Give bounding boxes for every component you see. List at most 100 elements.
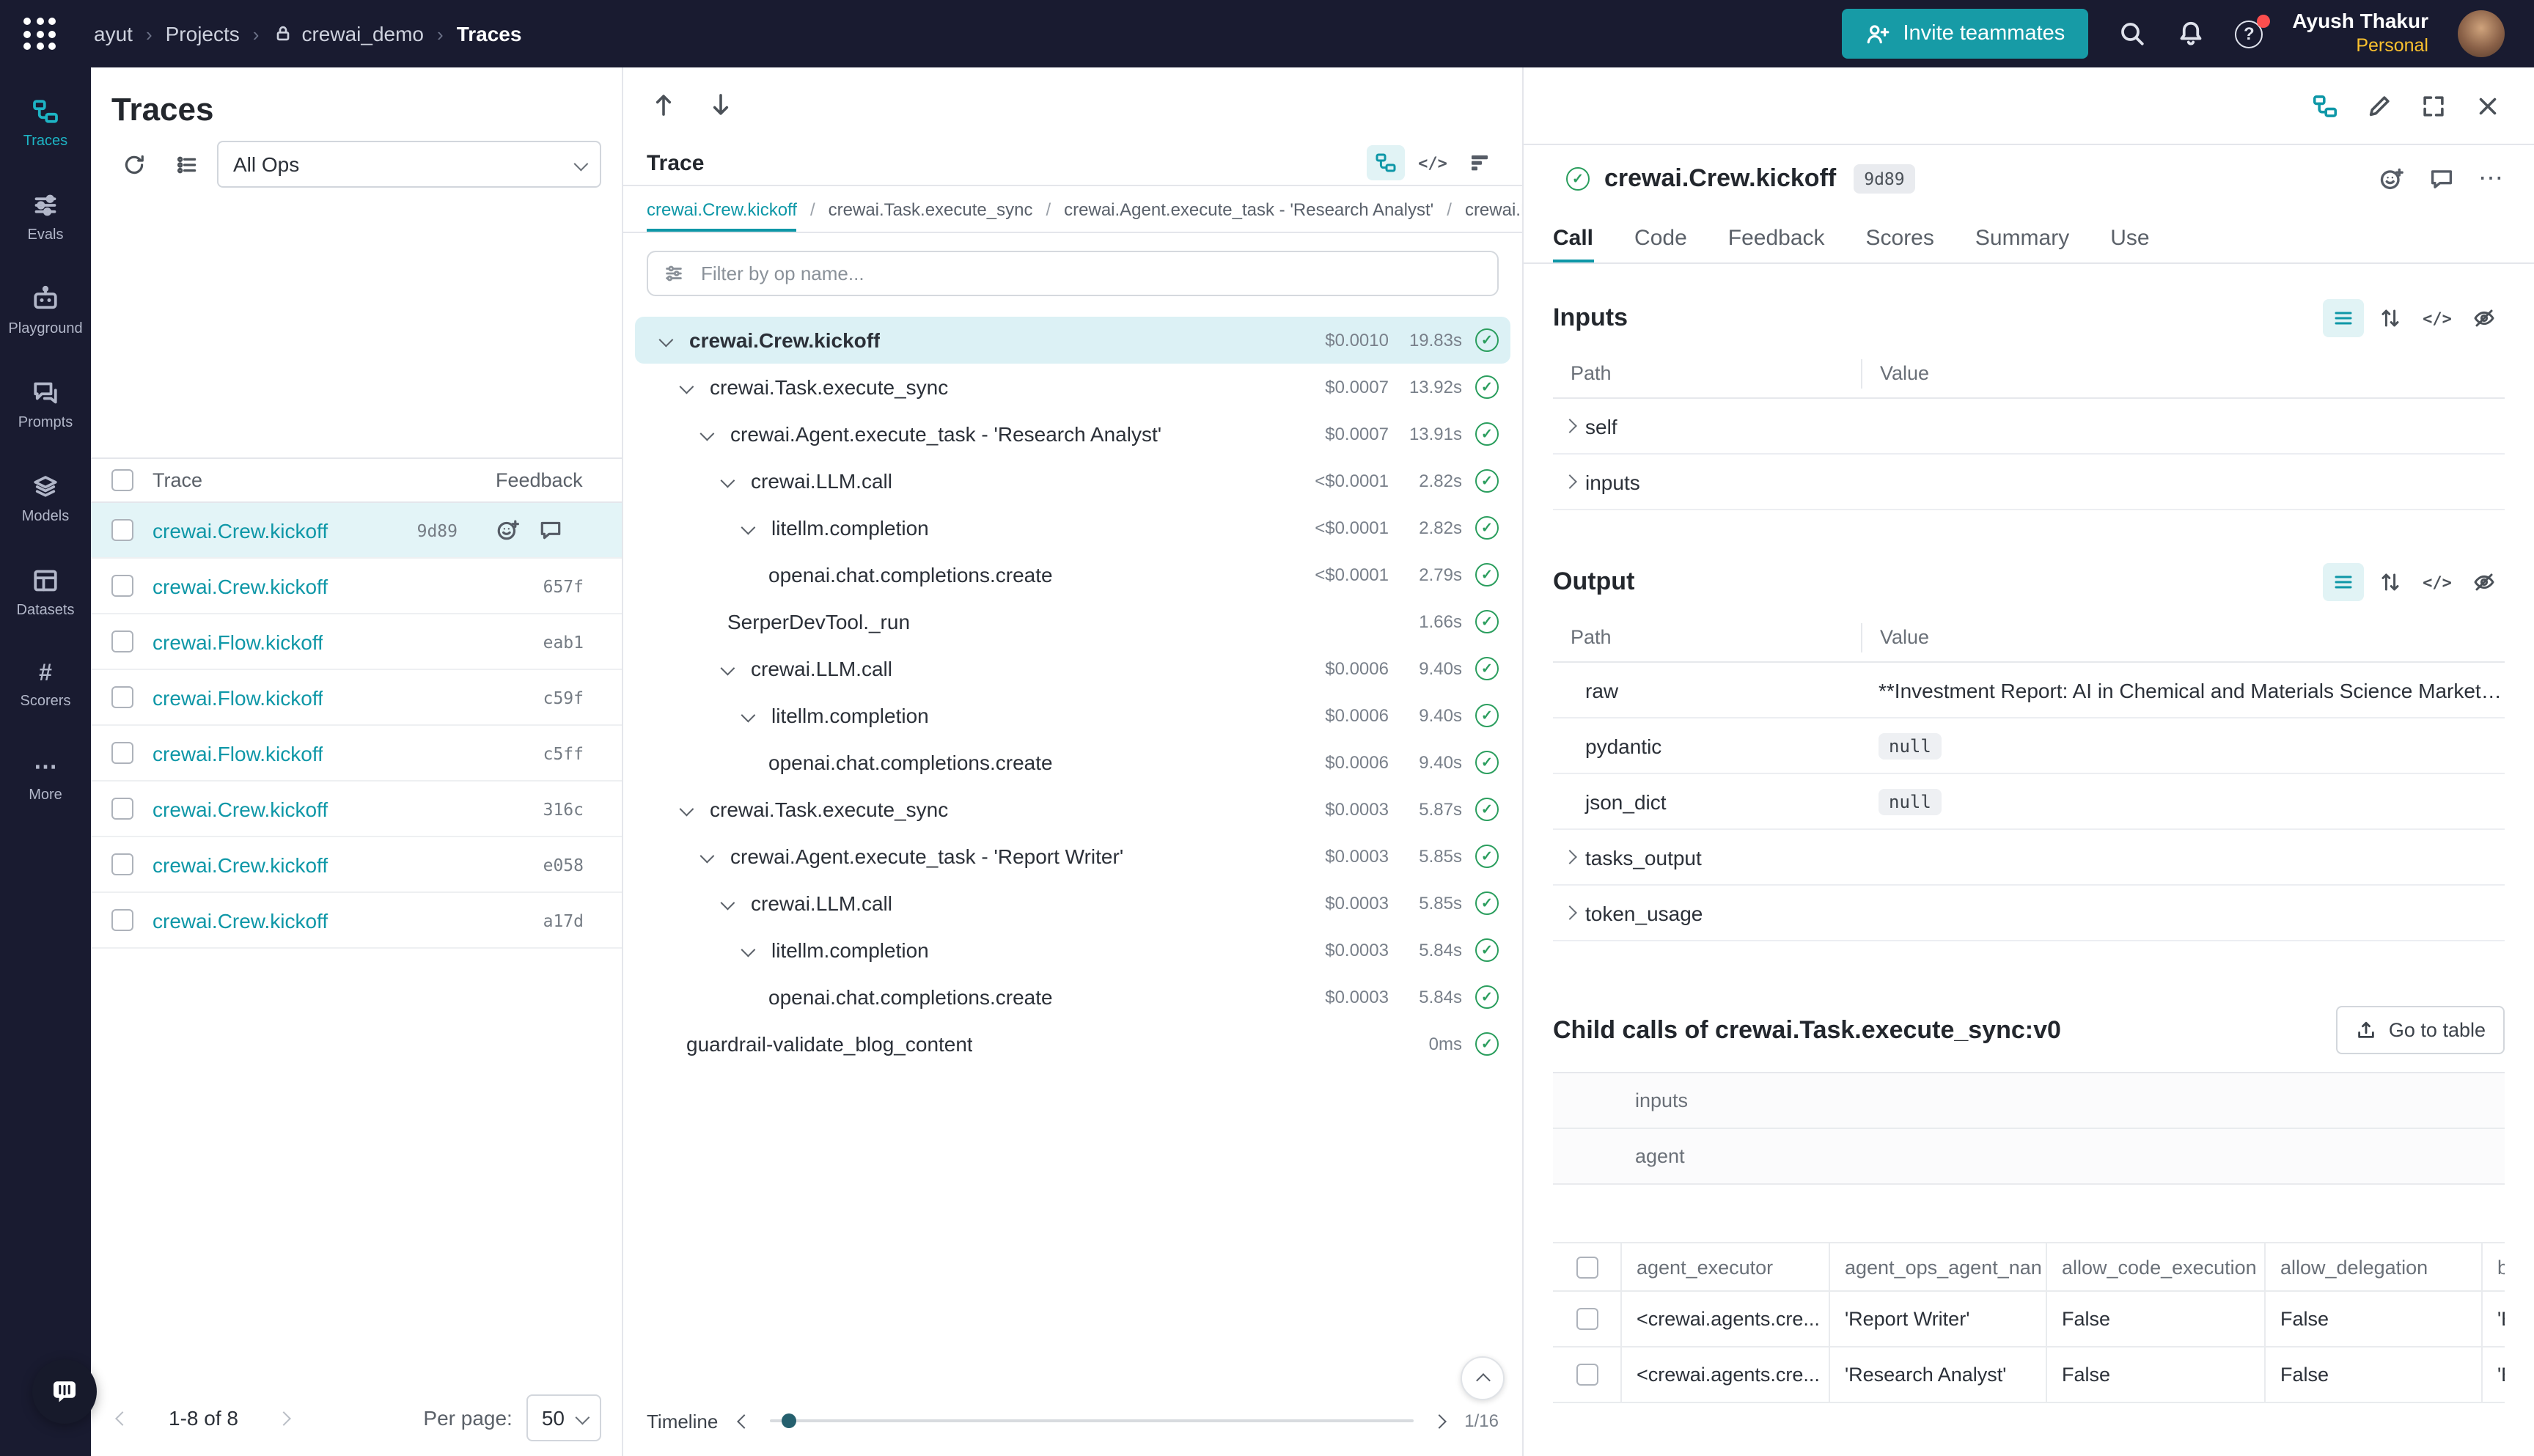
input-row[interactable]: self [1553,399,2505,455]
trace-name-link[interactable]: crewai.Flow.kickoff [153,685,323,709]
previous-trace-icon[interactable] [650,90,677,118]
timeline-next-icon[interactable] [1433,1416,1444,1426]
breadcrumb-page[interactable]: Traces [457,22,522,45]
call-tree-row[interactable]: SerperDevTool._run 1.66s ✓ [635,598,1510,645]
timeline-knob[interactable] [782,1413,797,1428]
tab-use[interactable]: Use [2110,213,2149,262]
row-checkbox[interactable] [111,742,133,764]
trace-row[interactable]: crewai.Crew.kickoff 657f [91,559,622,614]
path-crumb[interactable]: crewai.Crew.kickoff [647,186,797,232]
tab-feedback[interactable]: Feedback [1728,213,1825,262]
call-tree-row[interactable]: crewai.LLM.call $0.0006 9.40s ✓ [635,645,1510,692]
go-to-table-button[interactable]: Go to table [2336,1006,2505,1054]
breadcrumb-org[interactable]: ayut [94,22,133,45]
row-checkbox[interactable] [111,853,133,875]
trace-row[interactable]: crewai.Crew.kickoff 9d89 [91,503,622,559]
avatar[interactable] [2458,10,2505,57]
op-filter-select[interactable]: All Ops [217,141,601,188]
path-crumb[interactable]: crewai.LLM.cal [1465,186,1522,232]
sidebar-item-datasets[interactable]: Datasets [0,545,91,639]
close-icon[interactable] [2474,92,2502,120]
trace-name-link[interactable]: crewai.Flow.kickoff [153,741,323,765]
code-view-icon[interactable]: </> [1414,145,1452,180]
row-checkbox[interactable] [111,686,133,708]
timeline-prev-icon[interactable] [738,1416,749,1426]
collapse-timeline-button[interactable] [1461,1356,1505,1400]
sidebar-item-prompts[interactable]: Prompts [0,358,91,452]
code-view-icon[interactable]: </> [2417,299,2458,337]
next-page-icon[interactable] [279,1413,290,1423]
column-header-trace[interactable]: Trace [153,469,496,491]
call-tree-row[interactable]: crewai.Crew.kickoff $0.0010 19.83s ✓ [635,317,1510,364]
help-icon[interactable]: ? [2235,20,2263,48]
trace-row[interactable]: crewai.Flow.kickoff c5ff [91,726,622,782]
trace-row[interactable]: crewai.Crew.kickoff a17d [91,893,622,949]
expand-chevron-icon[interactable] [698,851,730,861]
sidebar-item-playground[interactable]: Playground [0,264,91,358]
per-page-select[interactable]: 50 [527,1394,601,1441]
expand-chevron-icon[interactable] [677,382,710,392]
add-reaction-icon[interactable] [496,518,521,543]
comment-icon[interactable] [538,518,563,543]
call-tree-row[interactable]: crewai.Task.execute_sync $0.0007 13.92s … [635,364,1510,411]
column-header[interactable]: b [2481,1243,2505,1290]
row-checkbox[interactable] [111,519,133,541]
row-checkbox[interactable] [111,630,133,652]
row-checkbox[interactable] [111,798,133,820]
prev-page-icon[interactable] [117,1413,128,1423]
hide-values-eye-icon[interactable] [2464,563,2505,601]
select-all-checkbox[interactable] [1576,1256,1598,1278]
show-tree-icon[interactable] [2311,92,2339,120]
expand-chevron-icon[interactable] [719,663,751,674]
trace-name-link[interactable]: crewai.Crew.kickoff [153,853,328,876]
filter-input[interactable] [698,261,1483,286]
expand-chevron-icon[interactable] [739,523,771,533]
call-tree-row[interactable]: openai.chat.completions.create $0.0006 9… [635,739,1510,786]
column-header[interactable]: allow_code_execution [2046,1243,2264,1290]
call-id-badge[interactable]: 9d89 [1854,164,1914,194]
call-tree-row[interactable]: openai.chat.completions.create $0.0003 5… [635,974,1510,1021]
tab-call[interactable]: Call [1553,213,1593,262]
expand-chevron-icon[interactable] [677,804,710,815]
breadcrumb-projects[interactable]: Projects [166,22,240,45]
user-menu[interactable]: Ayush Thakur Personal [2292,10,2428,58]
trace-name-link[interactable]: crewai.Crew.kickoff [153,574,328,598]
tab-scores[interactable]: Scores [1866,213,1934,262]
call-tree-row[interactable]: guardrail-validate_blog_content 0ms ✓ [635,1021,1510,1067]
path-crumb[interactable]: crewai.Agent.execute_task - 'Research An… [1064,186,1433,232]
hide-values-eye-icon[interactable] [2464,299,2505,337]
output-row[interactable]: token_usage [1553,886,2505,941]
sidebar-item-traces[interactable]: Traces [0,76,91,170]
chat-launcher[interactable] [32,1359,97,1424]
call-tree-row[interactable]: crewai.Agent.execute_task - 'Research An… [635,411,1510,457]
next-trace-icon[interactable] [707,90,735,118]
input-row[interactable]: inputs [1553,455,2505,510]
expand-chevron-icon[interactable] [1553,421,1585,431]
column-header[interactable]: agent_ops_agent_nan [1829,1243,2046,1290]
list-view-icon[interactable] [2323,299,2364,337]
call-tree-row[interactable]: crewai.LLM.call <$0.0001 2.82s ✓ [635,457,1510,504]
trace-row[interactable]: crewai.Crew.kickoff 316c [91,782,622,837]
fullscreen-icon[interactable] [2420,92,2447,120]
column-header-feedback[interactable]: Feedback [496,469,622,491]
call-tree-row[interactable]: crewai.Agent.execute_task - 'Report Writ… [635,833,1510,880]
tab-summary[interactable]: Summary [1975,213,2069,262]
output-row[interactable]: tasks_output [1553,830,2505,886]
expand-chevron-icon[interactable] [719,898,751,908]
select-all-checkbox[interactable] [111,469,133,491]
expand-chevron-icon[interactable] [657,335,689,345]
row-options-button[interactable] [164,142,208,186]
refresh-button[interactable] [111,142,155,186]
comment-icon[interactable] [2428,166,2455,192]
trace-name-link[interactable]: crewai.Crew.kickoff [153,797,328,820]
row-checkbox[interactable] [111,575,133,597]
tree-view-icon[interactable] [1367,145,1405,180]
trace-name-link[interactable]: crewai.Crew.kickoff [153,518,328,542]
output-row[interactable]: raw **Investment Report: AI in Chemical … [1553,663,2505,718]
expand-chevron-icon[interactable] [719,476,751,486]
expand-chevron-icon[interactable] [739,945,771,955]
output-row[interactable]: pydantic null [1553,718,2505,774]
wandb-logo[interactable] [23,18,56,50]
expand-chevron-icon[interactable] [739,710,771,721]
output-row[interactable]: json_dict null [1553,774,2505,830]
